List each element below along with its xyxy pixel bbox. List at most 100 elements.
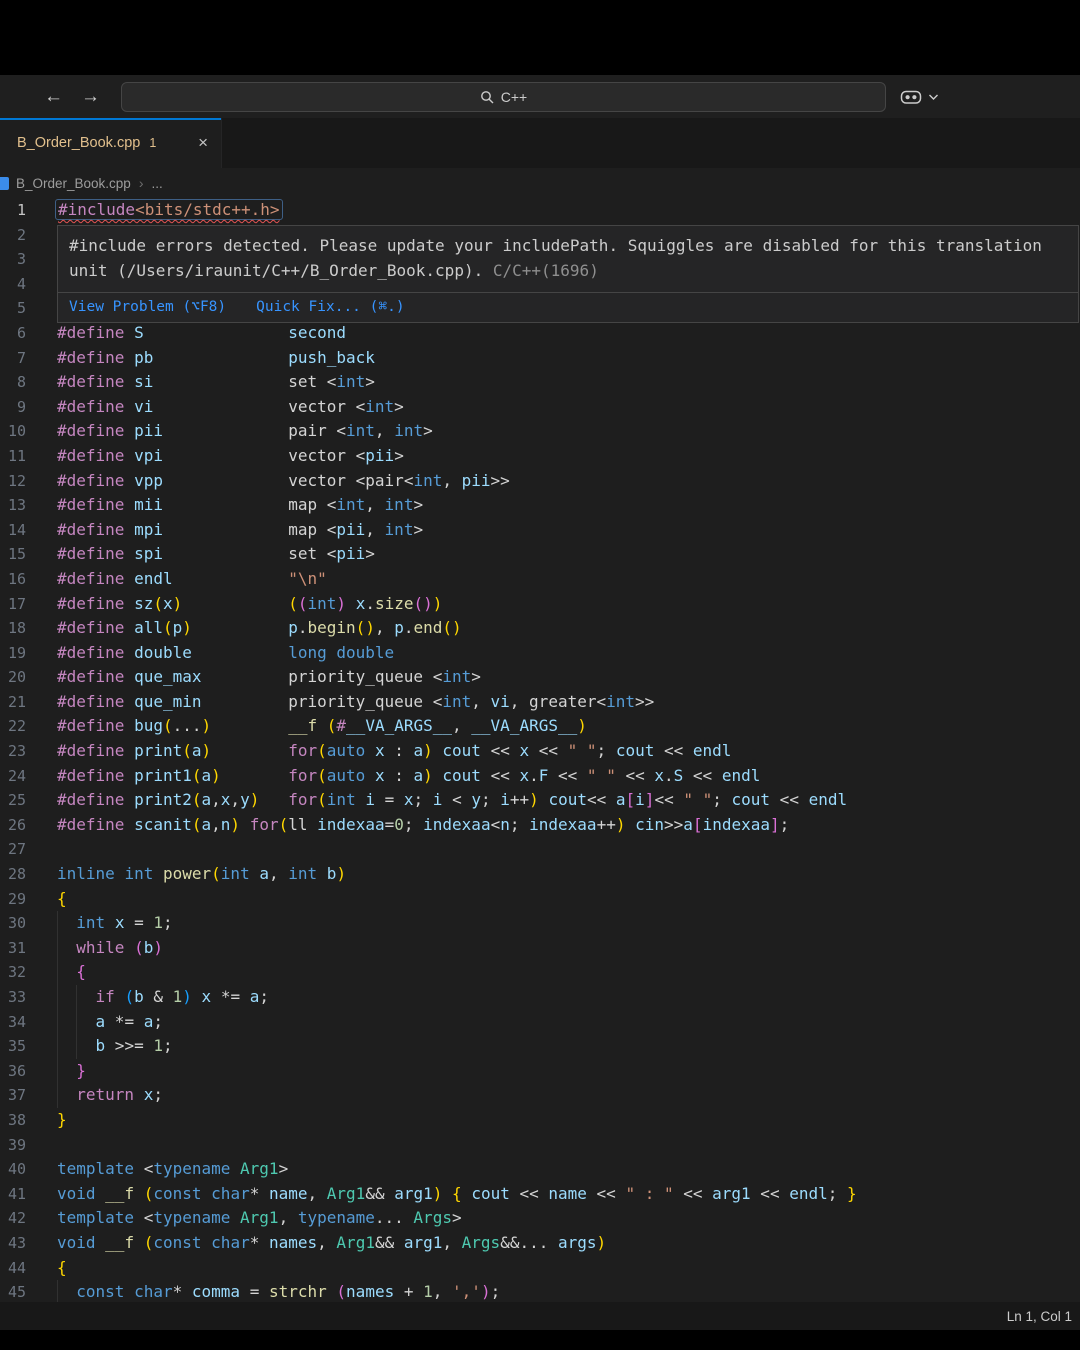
line-number: 44 [7,1258,26,1277]
indent-guide [57,985,58,1010]
top-black-band [0,0,1080,75]
code-line-content: #define mii map <int, int> [57,495,424,515]
code-line[interactable]: 35 b >>= 1; [0,1034,1080,1059]
code-line[interactable]: 17 #define sz(x) ((int) x.size()) [0,592,1080,617]
code-line[interactable]: 33 if (b & 1) x *= a; [0,985,1080,1010]
code-line[interactable]: 37 return x; [0,1083,1080,1108]
line-number: 7 [16,348,26,367]
code-line-content: inline int power(int a, int b) [57,864,347,884]
code-line[interactable]: 24 #define print1(a) for(auto x : a) cout… [0,764,1080,789]
indent-guide [57,935,58,961]
breadcrumb-file[interactable]: B_Order_Book.cpp [16,176,131,191]
code-line-content: #define que_max priority_queue <int> [57,667,481,687]
cursor-position[interactable]: Ln 1, Col 1 [1007,1302,1072,1330]
code-line[interactable]: 25 #define print2(a,x,y) for(int i = x; i… [0,788,1080,813]
code-line[interactable]: 31 while (b) [0,935,1080,961]
forward-arrow-icon[interactable]: → [81,87,100,106]
view-problem-link[interactable]: View Problem (⌥F8) [69,299,226,315]
code-line[interactable]: 41 void __f (const char* name, Arg1&& arg… [0,1182,1080,1207]
line-number: 16 [7,569,26,588]
code-line-content: #define spi set <pii> [57,544,375,564]
code-line-content: void __f (const char* names, Arg1&& arg1… [57,1232,607,1252]
code-line[interactable]: 14 #define mpi map <pii, int> [0,518,1080,543]
code-line[interactable]: 1 #include<bits/stdc++.h> [0,198,1080,223]
line-number: 8 [16,373,26,392]
command-center-search[interactable]: C++ [121,82,886,112]
code-line[interactable]: 39 [0,1133,1080,1158]
line-number: 37 [7,1086,26,1105]
indent-guide [57,1034,58,1059]
line-number: 3 [16,250,26,269]
code-editor[interactable]: 1 #include<bits/stdc++.h> 2 3 4 5 6 #define S s… [0,198,1080,1302]
code-line-content: #define pb push_back [57,347,375,367]
history-nav: ← → [44,75,100,118]
code-line[interactable]: 12 #define vpp vector <pair<int, pii>> [0,469,1080,494]
indent-guide [57,1009,58,1035]
error-highlight-box: #include<bits/stdc++.h> [55,199,283,220]
quick-fix-link[interactable]: Quick Fix... (⌘.) [256,299,404,315]
code-line-content: #define print2(a,x,y) for(int i = x; i <… [57,790,848,810]
code-line[interactable]: 7 #define pb push_back [0,346,1080,371]
code-line-content: #define que_min priority_queue <int, vi,… [57,691,655,711]
error-source: C/C++(1696) [492,261,599,280]
code-line[interactable]: 9 #define vi vector <int> [0,395,1080,420]
line-number: 36 [7,1061,26,1080]
code-line[interactable]: 45 const char* comma = strchr (names + 1… [0,1280,1080,1302]
code-line[interactable]: 13 #define mii map <int, int> [0,493,1080,518]
code-line[interactable]: 27 [0,837,1080,862]
code-line-content: a *= a; [57,1009,1080,1035]
code-line[interactable]: 6 #define S second [0,321,1080,346]
code-line[interactable]: 8 #define si set <int> [0,370,1080,395]
code-line[interactable]: 26 #define scanit(a,n) for(ll indexaa=0; … [0,813,1080,838]
code-line[interactable]: 38} [0,1108,1080,1133]
code-line[interactable]: 29 { [0,887,1080,912]
code-line-content: { [57,960,1080,985]
code-line-content: #define print(a) for(auto x : a) cout <<… [57,741,732,761]
line-number: 4 [16,274,26,293]
code-line[interactable]: 22 #define bug(...) __f (#__VA_ARGS__, __… [0,714,1080,739]
code-line-content: } [57,1109,67,1129]
line-number: 35 [7,1037,26,1056]
code-line[interactable]: 16 #define endl "\n" [0,567,1080,592]
code-line-content: #define double long double [57,642,395,662]
code-line[interactable]: 15 #define spi set <pii> [0,542,1080,567]
code-line[interactable]: 10 #define pii pair <int, int> [0,419,1080,444]
code-line[interactable]: 40 template <typename Arg1> [0,1157,1080,1182]
code-line[interactable]: 32 { [0,960,1080,985]
indent-guide [57,960,58,985]
code-line[interactable]: 18 #define all(p) p.begin(), p.end() [0,616,1080,641]
line-number: 23 [7,742,26,761]
code-line-content: #define vpp vector <pair<int, pii>> [57,470,510,490]
code-line-content [57,1133,1080,1158]
code-line[interactable]: 23 #define print(a) for(auto x : a) cout … [0,739,1080,764]
line-number: 2 [16,225,26,244]
code-line[interactable]: 43 void __f (const char* names, Arg1&& ar… [0,1231,1080,1256]
line-number: 43 [7,1233,26,1252]
code-line[interactable]: 20 #define que_max priority_queue <int> [0,665,1080,690]
code-line[interactable]: 36 } [0,1058,1080,1084]
line-number: 31 [7,938,26,957]
code-line[interactable]: 21 #define que_min priority_queue <int, v… [0,690,1080,715]
copilot-icon[interactable] [899,85,923,109]
code-line[interactable]: 34 a *= a; [0,1009,1080,1035]
chevron-down-icon[interactable] [928,93,939,101]
line-number: 13 [7,496,26,515]
back-arrow-icon[interactable]: ← [44,87,63,106]
code-line-content: #define pii pair <int, int> [57,421,433,441]
code-line-content: { [57,1257,67,1277]
code-line[interactable]: 42 template <typename Arg1, typename... A… [0,1206,1080,1231]
close-icon[interactable]: × [198,133,208,153]
code-line-content: #define all(p) p.begin(), p.end() [57,618,462,638]
line-number: 32 [7,963,26,982]
code-line[interactable]: 19 #define double long double [0,641,1080,666]
breadcrumb-more[interactable]: ... [152,176,163,191]
tab-b-order-book[interactable]: B_Order_Book.cpp 1 × [0,118,222,168]
code-line-content: } [57,1058,1080,1084]
line-number: 1 [16,201,26,219]
code-line[interactable]: 44 { [0,1256,1080,1281]
code-line[interactable]: 11 #define vpi vector <pii> [0,444,1080,469]
code-line-content: const char* comma = strchr (names + 1, '… [57,1280,1080,1302]
code-line[interactable]: 30 int x = 1; [0,911,1080,936]
code-line[interactable]: 28 inline int power(int a, int b) [0,862,1080,887]
line-number: 29 [7,889,26,908]
